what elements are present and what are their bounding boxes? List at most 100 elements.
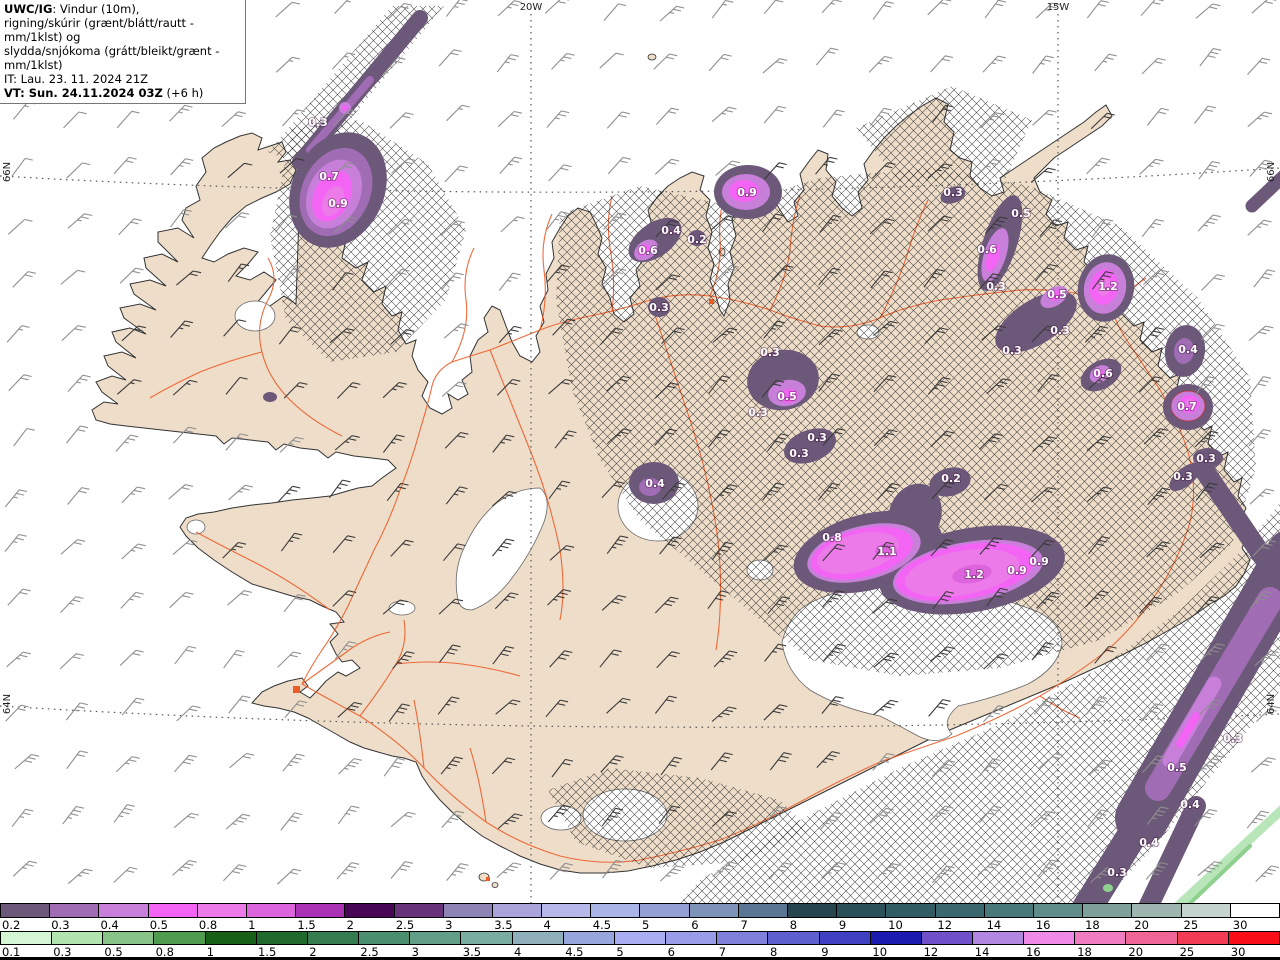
- precip-value-label: 0.4: [1139, 836, 1159, 849]
- title-box: UWC/IG: Vindur (10m), rigning/skúrir (gr…: [0, 0, 246, 104]
- legend-segment: [1132, 904, 1181, 917]
- legend-tick-label: 4.5: [593, 918, 611, 932]
- legend-tick-label: 7: [719, 945, 726, 959]
- precip-value-label: 0.2: [687, 233, 707, 246]
- legend-tick-label: 9: [839, 918, 846, 932]
- graticule-label: 66N: [1266, 162, 1277, 182]
- legend-segment: [871, 932, 922, 944]
- precip-value-label: 0.3: [1002, 344, 1022, 357]
- legend-segment: [1024, 932, 1075, 944]
- legend-tick-label: 1.5: [258, 945, 276, 959]
- legend-tick-label: 10: [872, 945, 887, 959]
- precip-value-label: 0.3: [807, 431, 827, 444]
- legend-tick-label: 1.5: [297, 918, 315, 932]
- title-line-3: slydda/snjókoma (grátt/bleikt/grænt - mm…: [4, 44, 240, 72]
- legend-segment: [1034, 904, 1083, 917]
- precip-value-label: 0.7: [319, 170, 339, 183]
- legend-segment: [493, 904, 542, 917]
- legend-segment: [1178, 932, 1229, 944]
- legend-tick-label: 0.5: [150, 918, 168, 932]
- legend-segment: [247, 904, 296, 917]
- precip-value-label: 0.3: [649, 301, 669, 314]
- legend-tick-label: 20: [1134, 918, 1149, 932]
- legend-segment: [739, 904, 788, 917]
- legend-tick-label: 2.5: [360, 945, 378, 959]
- legend-segment: [1075, 932, 1126, 944]
- precip-value-label: 1.2: [1098, 280, 1118, 293]
- legend-tick-label: 0.3: [51, 918, 69, 932]
- precip-value-label: 0.4: [661, 224, 681, 237]
- legend-segment: [886, 904, 935, 917]
- precip-value-label: 0.7: [1177, 400, 1197, 413]
- graticule-label: 64N: [2, 694, 13, 714]
- legend-tick-label: 0.5: [104, 945, 122, 959]
- precip-value-label: 0.3: [1196, 452, 1216, 465]
- legend-segment: [461, 932, 512, 944]
- precip-value-label: 0.5: [777, 390, 797, 403]
- title-line-2: rigning/skúrir (grænt/blátt/rautt - mm/1…: [4, 16, 240, 44]
- legend-segment: [410, 932, 461, 944]
- precip-value-label: 0.3: [1107, 866, 1127, 879]
- legend-segment: [345, 904, 394, 917]
- legend-tick-label: 8: [790, 918, 797, 932]
- precip-value-label: 0.4: [1178, 343, 1198, 356]
- legend-tick-label: 0.4: [100, 918, 118, 932]
- legend-tick-label: 7: [740, 918, 747, 932]
- legend-segment: [973, 932, 1024, 944]
- legend-segment: [640, 904, 689, 917]
- legend-tick-label: 9: [821, 945, 828, 959]
- legend-segment: [1, 932, 52, 944]
- legend: 0.20.30.40.50.811.522.533.544.5567891012…: [0, 903, 1280, 960]
- legend-segment: [542, 904, 591, 917]
- legend-tick-label: 14: [987, 918, 1002, 932]
- legend-tick-label: 1: [248, 918, 255, 932]
- legend-segment: [1126, 932, 1177, 944]
- precip-value-label: 0.6: [1093, 367, 1113, 380]
- legend-segment: [922, 932, 973, 944]
- graticule-label: 64N: [1266, 694, 1277, 714]
- legend-tick-label: 0.8: [199, 918, 217, 932]
- legend-segment: [788, 904, 837, 917]
- legend-tick-label: 6: [668, 945, 675, 959]
- legend-segment: [768, 932, 819, 944]
- legend-tick-label: 12: [937, 918, 952, 932]
- precip-value-label: 0.3: [1223, 732, 1243, 745]
- legend-segment: [936, 904, 985, 917]
- legend-tick-label: 1: [207, 945, 214, 959]
- precip-value-label: 0.9: [1007, 564, 1027, 577]
- glacier-snaefellsjokull: [187, 520, 205, 534]
- precip-value-label: 0.2: [941, 472, 961, 485]
- precip-value-label: 0.9: [328, 197, 348, 210]
- legend-tick-label: 3: [445, 918, 452, 932]
- rain-scale-labels: 0.10.30.50.811.522.533.544.5567891012141…: [0, 945, 1280, 957]
- title-line-1: UWC/IG: Vindur (10m),: [4, 2, 240, 16]
- precip-value-label: 0.5: [1167, 761, 1187, 774]
- legend-tick-label: 0.1: [2, 945, 20, 959]
- precip-value-label: 0.6: [977, 243, 997, 256]
- graticule-label: 15W: [1047, 2, 1070, 13]
- precip-value-label: 0.5: [1011, 207, 1031, 220]
- glacier-drangajokull: [235, 301, 275, 331]
- legend-segment: [513, 932, 564, 944]
- legend-segment: [717, 932, 768, 944]
- legend-segment: [985, 904, 1034, 917]
- precip-value-label: 0.3: [760, 346, 780, 359]
- legend-segment: [444, 904, 493, 917]
- legend-tick-label: 30: [1231, 945, 1246, 959]
- legend-tick-label: 5: [616, 945, 623, 959]
- precip-value-label: 0.5: [1047, 288, 1067, 301]
- legend-tick-label: 10: [888, 918, 903, 932]
- legend-segment: [1231, 904, 1279, 917]
- legend-segment: [359, 932, 410, 944]
- precip-value-label: 1.1: [877, 545, 897, 558]
- precip-value-label: 0.4: [645, 477, 665, 490]
- legend-tick-label: 2.5: [396, 918, 414, 932]
- legend-segment: [395, 904, 444, 917]
- legend-segment: [1229, 932, 1279, 944]
- precip-value-label: 0.3: [1173, 470, 1193, 483]
- rain-color-scale: [0, 931, 1280, 945]
- legend-tick-label: 20: [1128, 945, 1143, 959]
- legend-tick-label: 4: [544, 918, 551, 932]
- legend-tick-label: 0.2: [2, 918, 20, 932]
- precip-value-label: 1.2: [964, 568, 984, 581]
